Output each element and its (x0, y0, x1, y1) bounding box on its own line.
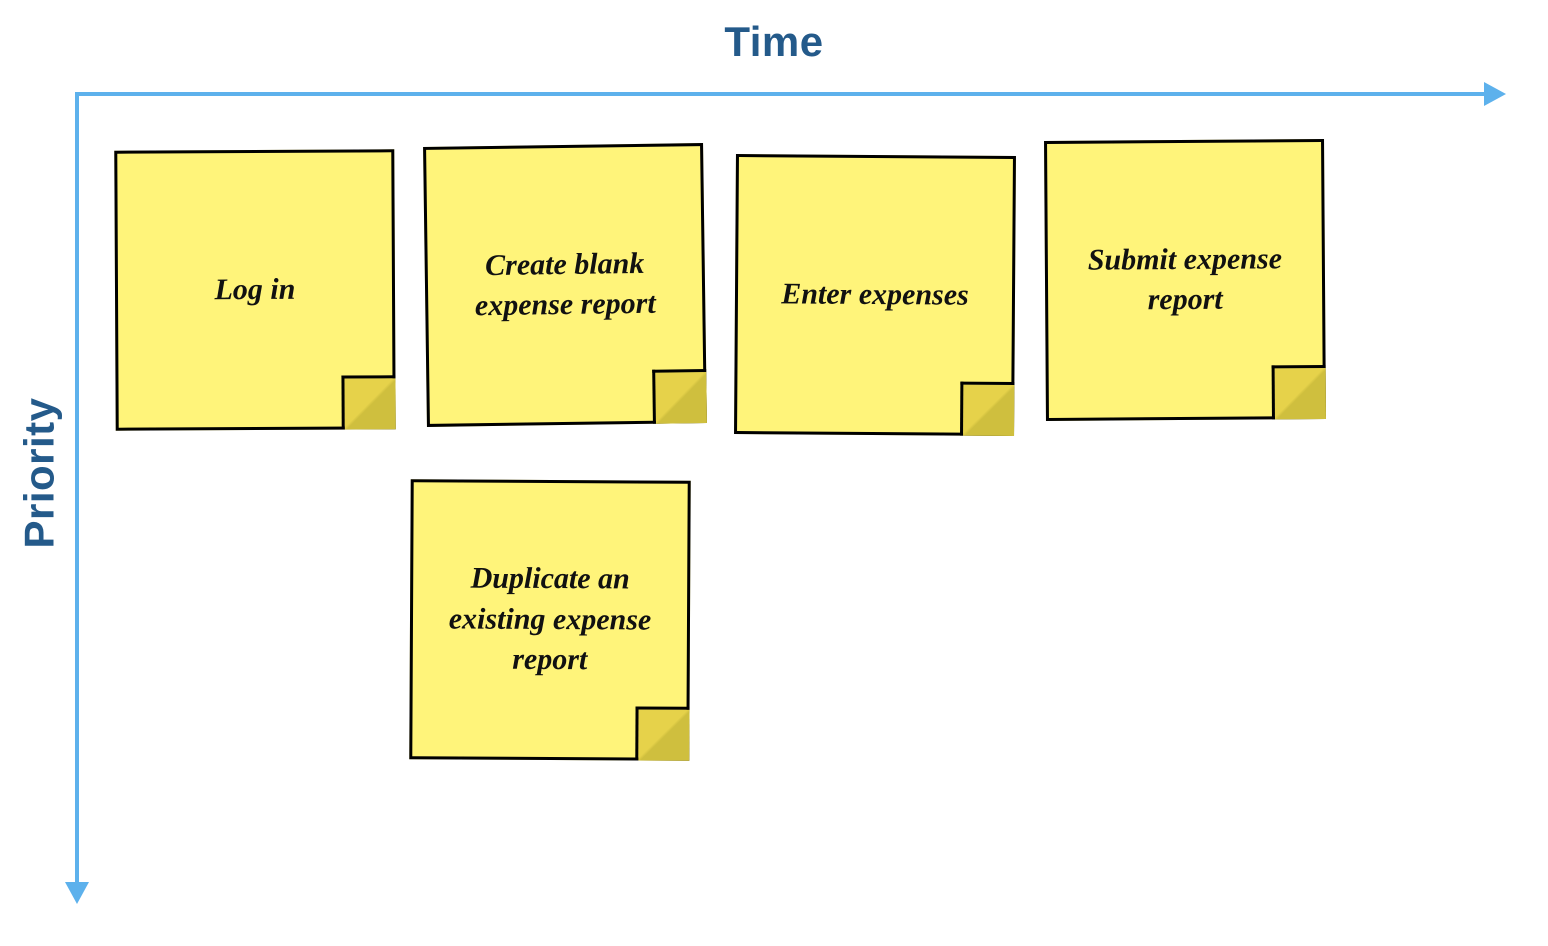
sticky-note-enter-expenses[interactable]: Enter expenses (734, 154, 1016, 436)
sticky-note-create-blank[interactable]: Create blank expense report (423, 143, 707, 427)
sticky-note-submit[interactable]: Submit expense report (1044, 139, 1326, 421)
sticky-note-label: Log in (214, 270, 295, 311)
axis-label-priority: Priority (10, 0, 70, 946)
sticky-note-duplicate[interactable]: Duplicate an existing expense report (409, 479, 690, 760)
priority-axis-line (75, 92, 79, 886)
sticky-note-label: Duplicate an existing expense report (437, 559, 664, 682)
story-map-canvas: Time Priority Log in Create blank expens… (0, 0, 1548, 946)
sticky-fold-icon (960, 382, 1014, 436)
sticky-note-label: Enter expenses (781, 274, 969, 316)
sticky-fold-icon (635, 706, 689, 760)
axis-label-priority-text: Priority (16, 397, 64, 548)
sticky-fold-icon (1272, 365, 1326, 419)
sticky-note-label: Submit expense report (1072, 239, 1299, 322)
axis-label-time-text: Time (724, 18, 823, 65)
axis-label-time: Time (0, 18, 1548, 66)
sticky-fold-icon (341, 375, 395, 429)
priority-axis-arrow-icon (65, 882, 89, 904)
sticky-note-label: Create blank expense report (451, 243, 678, 327)
sticky-fold-icon (652, 369, 707, 424)
time-axis-line (75, 92, 1488, 96)
time-axis-arrow-icon (1484, 82, 1506, 106)
sticky-note-login[interactable]: Log in (114, 149, 395, 430)
